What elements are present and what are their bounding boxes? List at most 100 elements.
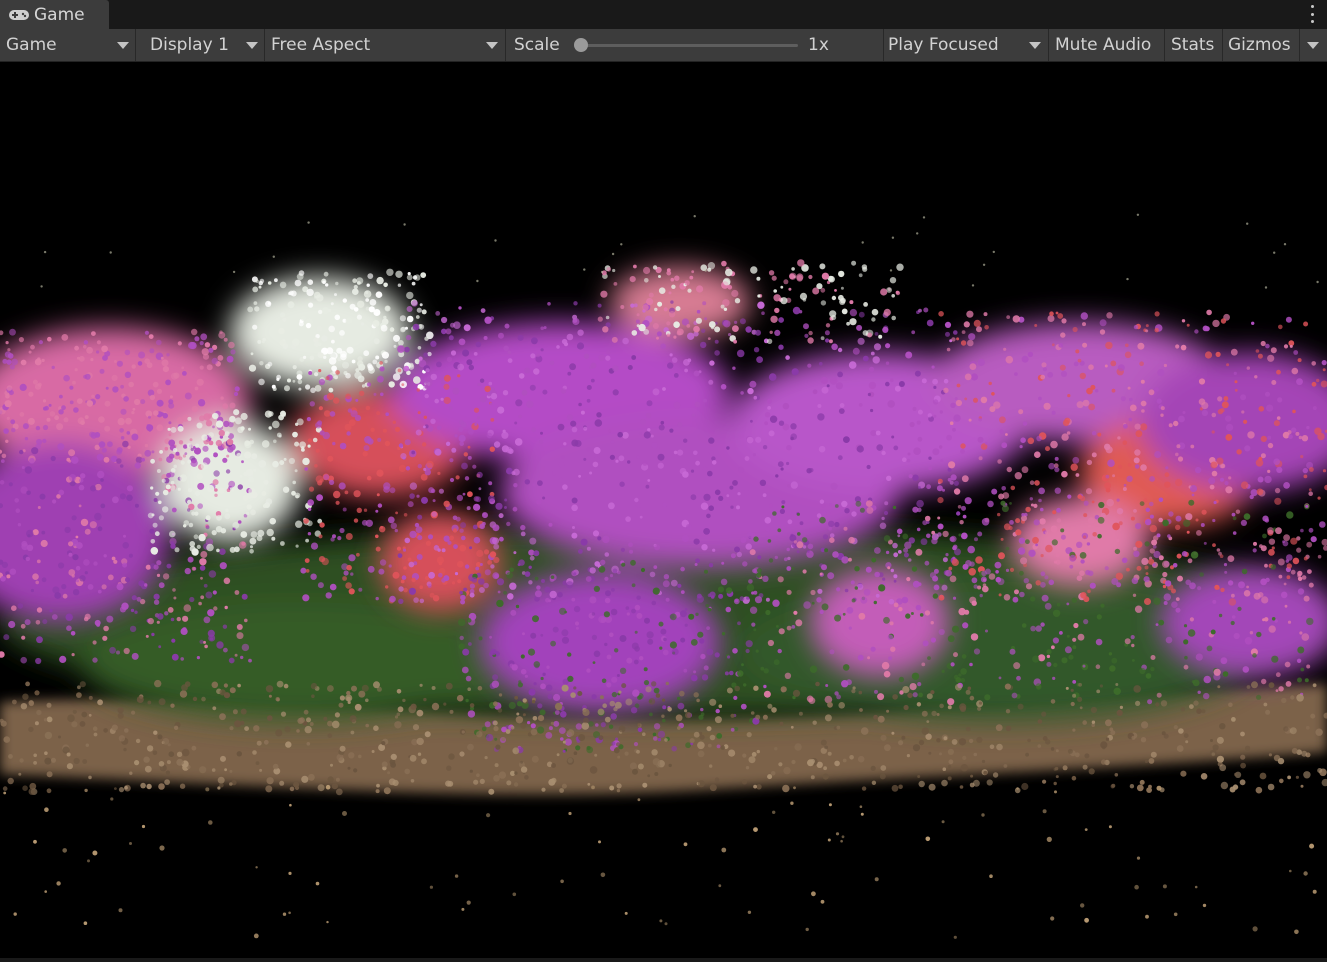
- game-viewport[interactable]: [0, 62, 1327, 958]
- point-cloud-dot: [376, 493, 380, 497]
- point-cloud-dot: [537, 726, 545, 734]
- point-cloud-dot: [381, 761, 388, 768]
- point-cloud-dot: [279, 339, 287, 347]
- point-cloud-dot: [404, 768, 411, 775]
- point-cloud-dot: [1183, 664, 1189, 670]
- point-cloud-dot: [1145, 914, 1149, 919]
- point-cloud-dot: [686, 324, 691, 328]
- point-cloud-dot: [963, 321, 970, 328]
- aspect-dropdown[interactable]: Free Aspect: [265, 29, 506, 61]
- point-cloud-dot: [170, 485, 176, 491]
- point-cloud-dot: [1308, 491, 1313, 497]
- point-cloud-dot: [456, 694, 464, 702]
- point-cloud-dot: [144, 443, 149, 448]
- point-cloud-dot: [2, 786, 8, 791]
- point-cloud-dot: [162, 738, 170, 745]
- point-cloud-dot: [182, 627, 187, 632]
- chevron-down-icon[interactable]: [1029, 42, 1041, 49]
- point-cloud-dot: [497, 590, 501, 594]
- point-cloud-dot: [897, 534, 901, 538]
- point-cloud-dot: [921, 727, 929, 735]
- point-cloud-dot: [229, 782, 233, 786]
- point-cloud-dot: [637, 727, 643, 733]
- display-dropdown[interactable]: Display 1: [136, 29, 265, 61]
- point-cloud-dot: [6, 416, 10, 420]
- point-cloud-dot: [116, 447, 123, 453]
- play-mode-dropdown[interactable]: Play Focused: [884, 29, 1049, 61]
- point-cloud-dot: [1185, 740, 1189, 744]
- point-cloud-dot: [888, 598, 895, 605]
- point-cloud-dot: [1300, 784, 1304, 788]
- point-cloud-dot: [1133, 546, 1138, 551]
- point-cloud-dot: [1154, 451, 1162, 458]
- point-cloud-dot: [1109, 665, 1116, 672]
- point-cloud-dot: [684, 280, 690, 286]
- point-cloud-dot: [822, 534, 829, 540]
- point-cloud-dot: [365, 698, 369, 703]
- stats-toggle[interactable]: Stats: [1165, 29, 1223, 61]
- point-cloud-dot: [1083, 619, 1089, 625]
- point-cloud-dot: [278, 327, 285, 335]
- point-cloud-dot: [255, 866, 258, 869]
- point-cloud-dot: [348, 752, 355, 759]
- kebab-menu-icon[interactable]: [1309, 5, 1315, 23]
- point-cloud-dot: [1164, 472, 1170, 478]
- point-cloud-dot: [756, 356, 763, 363]
- view-dropdown[interactable]: Game: [0, 29, 136, 61]
- gizmos-toggle[interactable]: Gizmos: [1223, 29, 1300, 61]
- point-cloud-dot: [1177, 456, 1184, 462]
- point-cloud-dot: [208, 347, 214, 353]
- point-cloud-dot: [637, 763, 644, 770]
- point-cloud-dot: [417, 411, 421, 415]
- point-cloud-dot: [680, 637, 686, 643]
- point-cloud-dot: [983, 770, 988, 775]
- scale-slider-thumb[interactable]: [574, 38, 588, 52]
- point-cloud-dot: [373, 681, 380, 689]
- point-cloud-dot: [872, 356, 880, 364]
- tab-game[interactable]: Game: [0, 0, 109, 29]
- point-cloud-dot: [3, 428, 9, 434]
- point-cloud-dot: [1158, 619, 1165, 626]
- point-cloud-dot: [723, 307, 728, 311]
- point-cloud-dot: [1180, 707, 1186, 712]
- point-cloud-dot: [861, 786, 867, 791]
- point-cloud-dot: [409, 530, 417, 539]
- mute-audio-toggle[interactable]: Mute Audio: [1049, 29, 1165, 61]
- point-cloud-dot: [42, 619, 48, 625]
- point-cloud-dot: [162, 506, 169, 513]
- point-cloud-dot: [0, 330, 4, 336]
- point-cloud-dot: [1046, 649, 1052, 655]
- point-cloud-dot: [42, 424, 49, 431]
- point-cloud-dot: [272, 763, 279, 770]
- point-cloud-dot: [625, 516, 631, 522]
- point-cloud-dot: [151, 632, 155, 637]
- point-cloud-dot: [831, 343, 838, 351]
- point-cloud-dot: [673, 335, 677, 339]
- point-cloud-dot: [21, 466, 25, 469]
- point-cloud-dot: [799, 292, 808, 300]
- point-cloud-dot: [326, 920, 329, 924]
- point-cloud-dot: [1150, 666, 1155, 672]
- point-cloud-dot: [892, 505, 897, 510]
- point-cloud-dot: [1297, 646, 1305, 654]
- point-cloud-dot: [1105, 446, 1113, 454]
- point-cloud-dot: [877, 715, 885, 723]
- point-cloud-dot: [759, 479, 767, 486]
- point-cloud-dot: [1225, 486, 1233, 494]
- point-cloud-dot: [817, 588, 823, 594]
- point-cloud-dot: [209, 452, 214, 457]
- point-cloud-dot: [228, 341, 235, 349]
- point-cloud-dot: [724, 671, 729, 676]
- point-cloud-dot: [904, 541, 912, 549]
- point-cloud-dot: [1033, 519, 1040, 526]
- point-cloud-dot: [572, 317, 580, 326]
- point-cloud-dot: [1116, 538, 1120, 543]
- scale-slider-track[interactable]: [582, 44, 798, 47]
- point-cloud-dot: [250, 545, 253, 549]
- point-cloud-dot: [378, 568, 385, 575]
- point-cloud-dot: [937, 478, 943, 484]
- point-cloud-dot: [493, 726, 499, 732]
- point-cloud-dot: [727, 285, 733, 290]
- point-cloud-dot: [755, 714, 761, 720]
- gizmos-dropdown[interactable]: [1300, 29, 1327, 61]
